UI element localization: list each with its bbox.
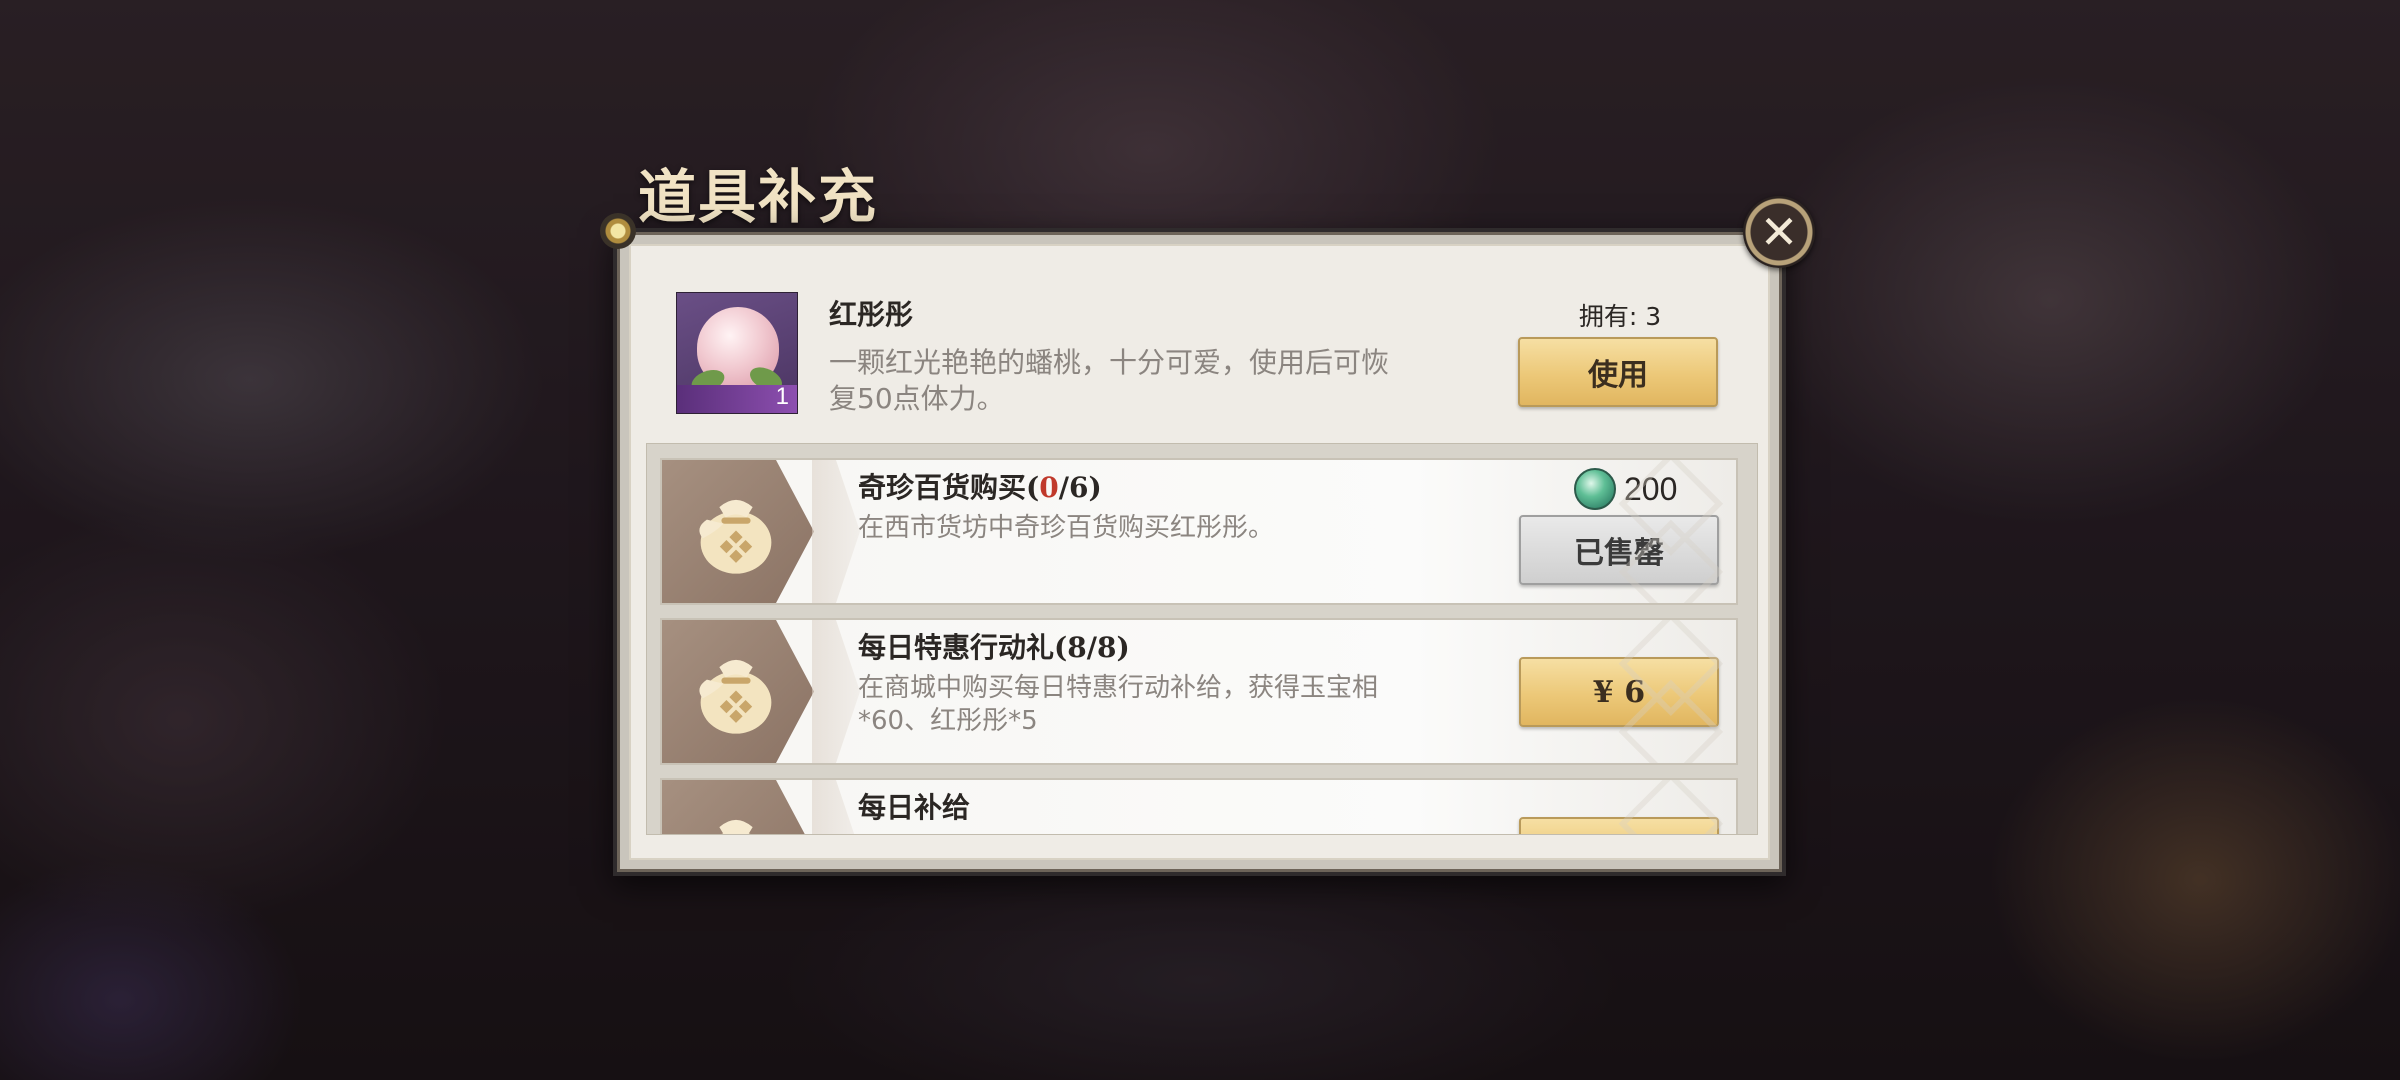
- list-item: 奇珍百货购买(0/6) 在西市货坊中奇珍百货购买红彤彤。 200 已售罄: [660, 458, 1738, 605]
- pattern-watermark-icon: [1618, 780, 1724, 834]
- use-button[interactable]: 使用: [1518, 337, 1718, 407]
- pattern-watermark-icon: [1618, 620, 1724, 763]
- list-item: 每日补给: [660, 778, 1738, 834]
- offer-description: 在商城中购买每日特惠行动补给，获得玉宝相*60、红彤彤*5: [858, 673, 1379, 736]
- dialog-title: 道具补充: [638, 163, 879, 231]
- offer-title: 每日特惠行动礼(8/8): [858, 631, 1130, 664]
- offer-title: 奇珍百货购买(0/6): [858, 471, 1102, 504]
- owned-count: 拥有: 3: [1578, 302, 1662, 331]
- corner-ornament-icon: [600, 213, 636, 249]
- item-name: 红彤彤: [829, 298, 914, 331]
- offer-description: 在西市货坊中奇珍百货购买红彤彤。: [858, 513, 1275, 543]
- offer-title: 每日补给: [858, 791, 971, 824]
- list-item: 每日特惠行动礼(8/8) 在商城中购买每日特惠行动补给，获得玉宝相*60、红彤彤…: [660, 618, 1738, 765]
- item-description: 一颗红光艳艳的蟠桃，十分可爱，使用后可恢复50点体力。: [829, 346, 1390, 415]
- pattern-watermark-icon: [1618, 460, 1724, 603]
- pouch-icon: [699, 659, 772, 734]
- offer-list[interactable]: 奇珍百货购买(0/6) 在西市货坊中奇珍百货购买红彤彤。 200 已售罄 每日特…: [646, 443, 1758, 835]
- pouch-icon: [699, 499, 772, 574]
- pouch-icon: [719, 819, 753, 834]
- close-button[interactable]: ✕: [1743, 196, 1815, 268]
- close-icon: ✕: [1759, 205, 1799, 259]
- item-count: 1: [775, 383, 789, 410]
- peach-item-icon: 1: [676, 292, 798, 414]
